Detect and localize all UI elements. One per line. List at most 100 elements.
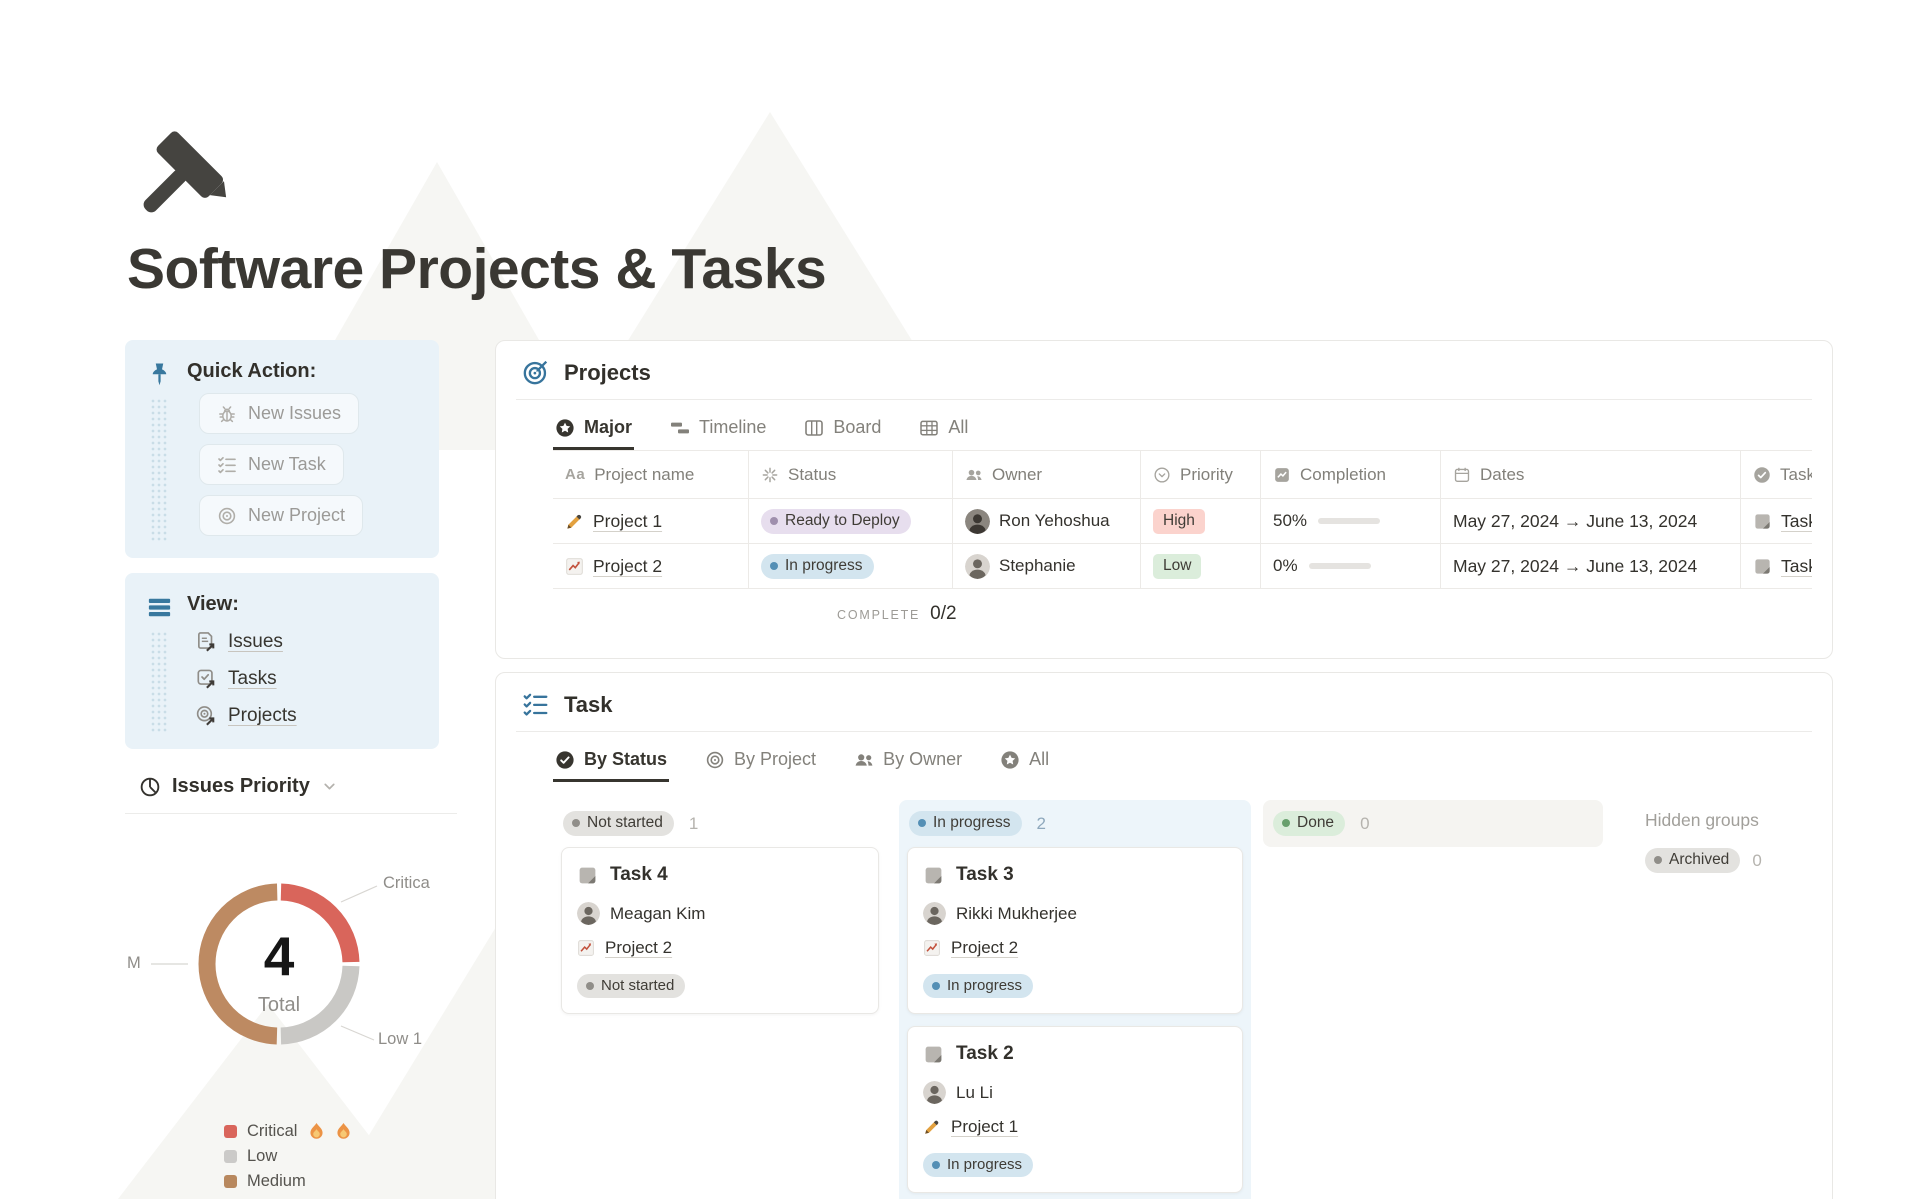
issues-priority-dropdown[interactable]: Issues Priority — [139, 775, 439, 798]
column-header-project-name[interactable]: Aa Project name — [553, 451, 749, 498]
new-issues-label: New Issues — [248, 403, 341, 424]
task-owner-row: Lu Li — [923, 1081, 1227, 1104]
priority-cell[interactable]: High — [1141, 499, 1261, 543]
task-relation-link[interactable]: Task — [1781, 556, 1812, 577]
column-label: Priority — [1180, 465, 1233, 485]
note-icon — [1753, 557, 1772, 576]
completion-percent: 50% — [1273, 511, 1307, 531]
column-label: Dates — [1480, 465, 1524, 485]
project-link[interactable]: Project 2 — [951, 938, 1018, 958]
group-count: 0 — [1360, 814, 1369, 834]
status-badge: Ready to Deploy — [761, 509, 911, 534]
completion-percent: 0% — [1273, 556, 1298, 576]
tab-major[interactable]: Major — [553, 409, 634, 450]
task-owner: Rikki Mukherjee — [956, 904, 1077, 924]
donut-total-label: Total — [125, 994, 433, 1017]
column-header-completion[interactable]: Completion — [1261, 451, 1441, 498]
status-cell[interactable]: In progress — [749, 544, 953, 588]
status-spinner-icon — [761, 466, 779, 484]
completion-cell[interactable]: 50% — [1261, 499, 1441, 543]
view-link-issues[interactable]: Issues — [195, 631, 423, 653]
archived-badge[interactable]: Archived — [1645, 848, 1740, 873]
project-link[interactable]: Project 2 — [605, 938, 672, 958]
checklist-icon — [522, 691, 549, 718]
tab-by-status[interactable]: By Status — [553, 741, 669, 782]
legend-swatch-critical — [224, 1125, 237, 1138]
avatar — [965, 509, 990, 534]
project-1-link[interactable]: Project 1 — [593, 511, 662, 532]
task-title: Task 4 — [610, 864, 668, 886]
group-label: In progress — [933, 814, 1011, 832]
column-label: Tasks — [1780, 465, 1812, 485]
group-badge-done: Done — [1273, 811, 1345, 836]
projects-card: Projects Major Timeline Board — [495, 340, 1833, 659]
kanban-column-header[interactable]: In progress 2 — [907, 808, 1243, 847]
project-2-link[interactable]: Project 2 — [593, 556, 662, 577]
status-dot — [918, 819, 926, 827]
column-header-tasks[interactable]: Tasks — [1741, 451, 1812, 498]
task-relation-link[interactable]: Task — [1781, 511, 1812, 532]
task-card-task-2[interactable]: Task 2 Lu Li Project 1 In progress — [907, 1026, 1243, 1193]
view-link-tasks[interactable]: Tasks — [195, 668, 423, 690]
projects-card-header: Projects — [516, 359, 1812, 386]
chart-increasing-icon — [565, 557, 584, 576]
view-title: View: — [187, 593, 423, 616]
status-label: In progress — [947, 977, 1022, 994]
column-header-status[interactable]: Status — [749, 451, 953, 498]
task-card-task-4[interactable]: Task 4 Meagan Kim Project 2 Not sta — [561, 847, 879, 1014]
avatar — [577, 902, 600, 925]
tab-by-project[interactable]: By Project — [703, 741, 818, 782]
status-dot — [1282, 819, 1290, 827]
star-circle-icon — [1000, 750, 1020, 770]
note-icon — [577, 865, 598, 886]
complete-label: COMPLETE — [837, 608, 920, 622]
kanban-column-header[interactable]: Done 0 — [1271, 808, 1595, 839]
priority-cell[interactable]: Low — [1141, 544, 1261, 588]
callout-critical: Critica — [383, 874, 430, 893]
view-panel: View: Issues Tasks Projects — [125, 573, 439, 749]
column-header-owner[interactable]: Owner — [953, 451, 1141, 498]
page-title: Software Projects & Tasks — [127, 236, 826, 302]
priority-badge: Low — [1153, 554, 1201, 579]
task-card-task-3[interactable]: Task 3 Rikki Mukherjee Project 2 In — [907, 847, 1243, 1014]
group-label: Done — [1297, 814, 1334, 832]
kanban-column-done: Done 0 — [1263, 800, 1603, 847]
status-cell[interactable]: Ready to Deploy — [749, 499, 953, 543]
task-status-badge: In progress — [923, 974, 1033, 998]
project-link[interactable]: Project 1 — [951, 1117, 1018, 1137]
owner-cell[interactable]: Stephanie — [953, 544, 1141, 588]
view-link-projects[interactable]: Projects — [195, 705, 423, 727]
kanban-column-header[interactable]: Not started 1 — [561, 808, 879, 847]
tasks-cell[interactable]: Task — [1741, 544, 1812, 588]
task-card: Task By Status By Project By Owner — [495, 672, 1833, 1199]
legend-item-medium: Medium — [224, 1172, 439, 1191]
tab-all[interactable]: All — [998, 741, 1051, 782]
column-header-priority[interactable]: Priority — [1141, 451, 1261, 498]
dates-cell[interactable]: May 27, 2024 → June 13, 2024 — [1441, 499, 1741, 543]
timeline-icon — [670, 418, 690, 438]
tab-timeline-label: Timeline — [699, 417, 766, 438]
table-row-project-2: Project 2 In progress Stephanie Low — [553, 544, 1812, 589]
new-project-button[interactable]: New Project — [199, 495, 363, 536]
column-header-dates[interactable]: Dates — [1441, 451, 1741, 498]
dates-cell[interactable]: May 27, 2024 → June 13, 2024 — [1441, 544, 1741, 588]
avatar — [923, 1081, 946, 1104]
progress-bar — [1318, 518, 1380, 524]
tab-board[interactable]: Board — [802, 409, 883, 450]
tab-by-owner[interactable]: By Owner — [852, 741, 964, 782]
document-arrow-icon — [195, 631, 217, 653]
tasks-cell[interactable]: Task — [1741, 499, 1812, 543]
new-task-button[interactable]: New Task — [199, 444, 344, 485]
completion-cell[interactable]: 0% — [1261, 544, 1441, 588]
status-dot — [1654, 856, 1662, 864]
owner-cell[interactable]: Ron Yehoshua — [953, 499, 1141, 543]
legend-item-critical: Critical — [224, 1122, 439, 1141]
callout-low: Low 1 — [378, 1030, 422, 1049]
tab-all[interactable]: All — [917, 409, 970, 450]
target-arrow-icon — [195, 705, 217, 727]
archived-group-row: Archived 0 — [1645, 848, 1776, 873]
note-icon — [923, 1044, 944, 1065]
tab-timeline[interactable]: Timeline — [668, 409, 768, 450]
chart-increasing-icon — [923, 939, 941, 957]
new-issues-button[interactable]: New Issues — [199, 393, 359, 434]
